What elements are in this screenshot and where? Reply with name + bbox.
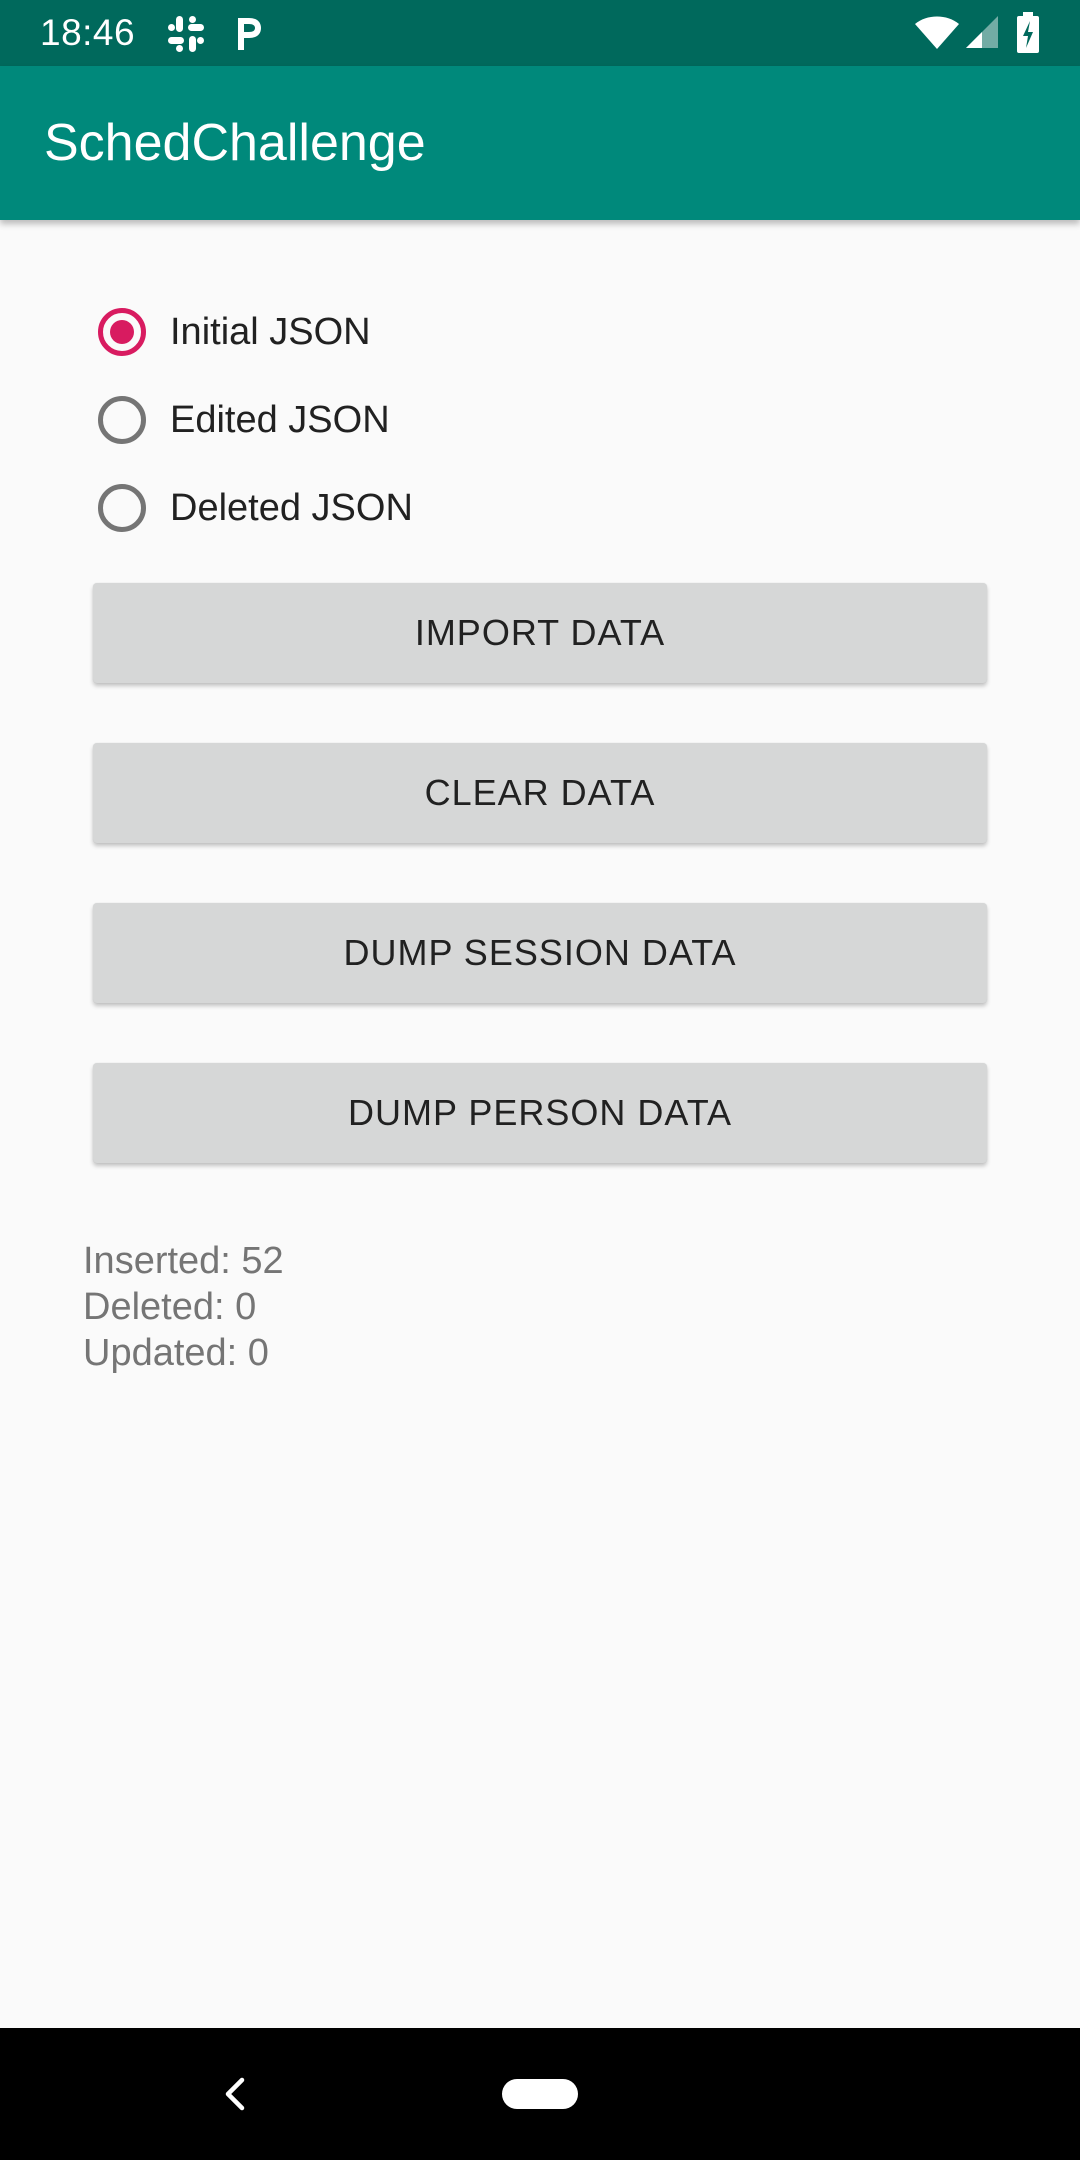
radio-unchecked-icon[interactable] (98, 396, 146, 444)
radio-label: Deleted JSON (170, 486, 413, 529)
radio-label: Edited JSON (170, 398, 390, 441)
updated-count: Updated: 0 (83, 1332, 269, 1374)
status-time: 18:46 (40, 12, 136, 53)
inserted-count: Inserted: 52 (83, 1240, 284, 1282)
slack-icon (168, 16, 204, 52)
signal-icon (966, 16, 998, 48)
radio-label: Initial JSON (170, 310, 371, 353)
p-icon (238, 18, 261, 50)
json-radio-group: Initial JSON Edited JSON Deleted JSON (98, 288, 413, 552)
home-pill-icon[interactable] (502, 2079, 578, 2109)
back-icon[interactable] (222, 2076, 248, 2112)
status-bar: 18:46 (0, 0, 1080, 66)
radio-deleted-json[interactable]: Deleted JSON (98, 464, 413, 552)
radio-unchecked-icon[interactable] (98, 484, 146, 532)
radio-initial-json[interactable]: Initial JSON (98, 288, 413, 376)
app-bar: SchedChallenge (0, 66, 1080, 220)
clear-data-button[interactable]: CLEAR DATA (93, 743, 987, 843)
radio-dot-icon (110, 320, 134, 344)
navigation-bar (0, 2028, 1080, 2160)
stats-output: Inserted: 52 Deleted: 0 Updated: 0 (83, 1238, 284, 1376)
import-data-button[interactable]: IMPORT DATA (93, 583, 987, 683)
deleted-count: Deleted: 0 (83, 1286, 257, 1328)
dump-person-data-button[interactable]: DUMP PERSON DATA (93, 1063, 987, 1163)
wifi-icon (915, 16, 959, 49)
battery-icon (1017, 12, 1039, 53)
app-title: SchedChallenge (44, 114, 426, 172)
dump-session-data-button[interactable]: DUMP SESSION DATA (93, 903, 987, 1003)
radio-checked-icon[interactable] (98, 308, 146, 356)
radio-edited-json[interactable]: Edited JSON (98, 376, 413, 464)
